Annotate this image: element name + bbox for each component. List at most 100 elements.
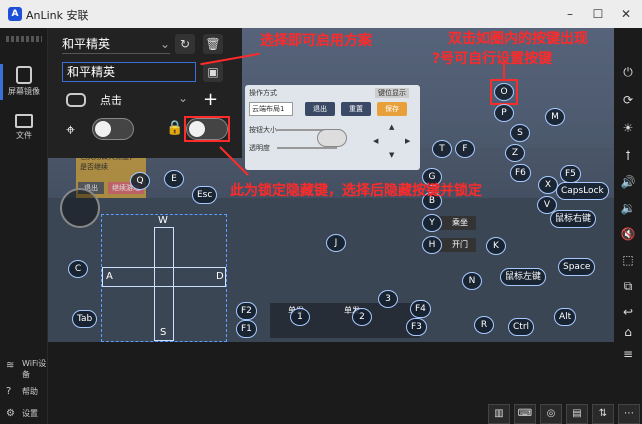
keyboard-button[interactable]: ⌨ — [514, 404, 536, 424]
key-a[interactable]: A — [106, 271, 113, 282]
mode-select[interactable]: 点击 — [100, 92, 122, 108]
nav-label: 屏幕镜像 — [8, 87, 40, 96]
volume-up-button[interactable]: 🔊 — [618, 172, 638, 192]
title-bar: A AnLink 安联 – ☐ ✕ — [0, 0, 642, 28]
key-y[interactable]: Y — [422, 214, 442, 232]
arrow-right-icon: ▶ — [405, 137, 411, 145]
key-e[interactable]: E — [164, 170, 184, 188]
key-c[interactable]: C — [68, 260, 88, 278]
key-space[interactable]: Space — [558, 258, 596, 276]
key-f3[interactable]: F3 — [406, 318, 427, 336]
direction-pad[interactable]: ▲ ◀ ▶ ▼ — [373, 123, 413, 163]
movement-box[interactable]: W A D S — [101, 214, 227, 342]
close-button[interactable]: ✕ — [616, 4, 636, 24]
maximize-button[interactable]: ☐ — [588, 4, 608, 24]
add-button[interactable]: + — [203, 89, 218, 110]
key-n[interactable]: N — [462, 272, 482, 290]
menu-button[interactable]: ≡ — [618, 344, 638, 364]
key-k[interactable]: K — [486, 237, 506, 255]
key-j[interactable]: J — [326, 234, 346, 252]
record-button[interactable]: ⧉ — [618, 276, 638, 296]
key-p[interactable]: P — [494, 104, 514, 122]
nav-settings[interactable]: ⚙ 设置 — [0, 408, 48, 422]
key-f4[interactable]: F4 — [410, 300, 431, 318]
key-1[interactable]: 1 — [290, 308, 310, 326]
knife-button[interactable] — [60, 188, 100, 228]
key-left-click[interactable]: 鼠标左键 — [500, 268, 547, 286]
key-t[interactable]: T — [432, 140, 452, 158]
slider-opacity[interactable] — [277, 147, 337, 149]
scheme-name-input[interactable]: 和平精英 — [62, 62, 196, 82]
key-r[interactable]: R — [474, 316, 494, 334]
dialog-exit-button[interactable]: 退出 — [305, 102, 335, 116]
key-f1[interactable]: F1 — [236, 320, 257, 338]
nav-files[interactable]: 文件 — [0, 112, 48, 152]
transfer-button[interactable]: ⇅ — [592, 404, 614, 424]
mute-button[interactable]: 🔇 — [618, 224, 638, 244]
key-s[interactable]: S — [160, 327, 166, 338]
home-button[interactable]: ⌂ — [618, 322, 638, 342]
annotation-set-key: ?号可自行设置按键 — [432, 51, 553, 67]
refresh-icon: ↻ — [179, 37, 191, 51]
minimize-button[interactable]: – — [560, 4, 580, 24]
lock-hide-toggle[interactable] — [186, 118, 228, 140]
key-right-click[interactable]: 鼠标右键 — [550, 210, 597, 228]
door-button[interactable]: 开门 — [438, 238, 476, 252]
display-button[interactable]: ▤ — [566, 404, 588, 424]
key-z[interactable]: Z — [505, 144, 525, 162]
gamepad-icon: ◎ — [546, 408, 556, 419]
slider-size-label: 按钮大小 — [249, 126, 277, 134]
power-button[interactable]: ⏻ — [618, 62, 638, 82]
nav-screen-mirror[interactable]: 屏幕镜像 — [0, 64, 48, 104]
layout-button[interactable]: ▥ — [488, 404, 510, 424]
dialog-keyshow[interactable]: 键位显示 — [375, 88, 409, 98]
key-x[interactable]: X — [538, 176, 558, 194]
refresh-button[interactable]: ↻ — [175, 34, 195, 54]
key-alt[interactable]: Alt — [554, 308, 577, 326]
back-button[interactable]: ↩ — [618, 302, 638, 322]
home-icon: ⌂ — [624, 325, 632, 339]
dialog-reset-button[interactable]: 重置 — [341, 102, 371, 116]
dialog-save-button[interactable]: 保存 — [377, 102, 407, 116]
back-icon: ↩ — [622, 305, 634, 319]
power-icon: ⏻ — [623, 65, 633, 79]
phone-icon — [16, 66, 32, 84]
slider-opacity-label: 透明度 — [249, 144, 270, 152]
key-h[interactable]: H — [422, 236, 442, 254]
key-2[interactable]: 2 — [352, 308, 372, 326]
key-ctrl[interactable]: Ctrl — [508, 318, 535, 336]
key-q[interactable]: Q — [130, 172, 150, 190]
display-icon: ▤ — [572, 408, 582, 419]
brightness-button[interactable]: ☀ — [618, 118, 638, 138]
save-button[interactable]: ▣ — [203, 62, 223, 82]
key-f5[interactable]: F5 — [560, 165, 581, 183]
chevron-down-icon: ⌄ — [178, 91, 189, 105]
key-tab[interactable]: Tab — [72, 310, 98, 328]
key-m[interactable]: M — [545, 108, 565, 126]
folder-icon — [15, 114, 33, 128]
key-f[interactable]: F — [455, 140, 475, 158]
volume-down-button[interactable]: 🔉 — [618, 198, 638, 218]
scheme-select[interactable]: 和平精英 ⌄ — [62, 34, 170, 54]
flashlight-button[interactable]: ꝉ — [618, 146, 638, 166]
key-3[interactable]: 3 — [378, 290, 398, 308]
sit-button[interactable]: 乘坐 — [438, 216, 476, 230]
dialog-cloud-layout[interactable]: 云端布局1 — [249, 102, 293, 116]
wifi-icon: ≋ — [6, 360, 15, 371]
toggle-knob — [189, 121, 205, 137]
delete-button[interactable]: 🗑 — [203, 34, 223, 54]
more-button[interactable]: ⋯ — [618, 404, 640, 424]
nav-wifi[interactable]: ≋ WiFi设备 — [0, 358, 48, 380]
gamepad-button[interactable]: ◎ — [540, 404, 562, 424]
key-d[interactable]: D — [216, 271, 224, 282]
key-w[interactable]: W — [158, 215, 168, 226]
crosshair-toggle[interactable] — [92, 118, 134, 140]
key-esc[interactable]: Esc — [192, 186, 218, 204]
nav-help[interactable]: ? 帮助 — [0, 386, 48, 400]
key-f2[interactable]: F2 — [236, 302, 257, 320]
screenshot-button[interactable]: ⬚ — [618, 250, 638, 270]
rotate-button[interactable]: ⟳ — [618, 90, 638, 110]
key-f6[interactable]: F6 — [510, 164, 531, 182]
key-s-top[interactable]: S — [510, 124, 530, 142]
key-capslock[interactable]: CapsLock — [556, 182, 609, 200]
